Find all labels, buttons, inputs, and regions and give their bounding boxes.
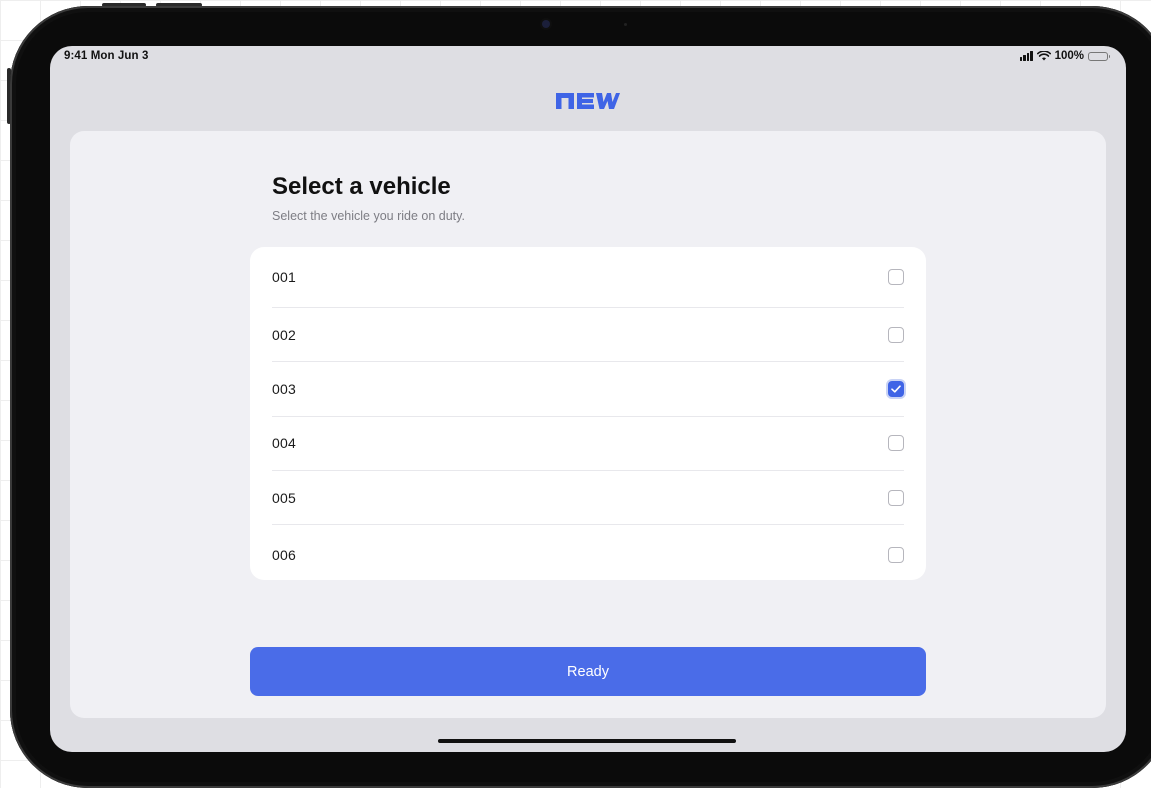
vehicle-row-001[interactable]: 001 [272,247,904,308]
vehicle-label: 002 [272,326,296,343]
wifi-icon [1036,51,1051,61]
vehicle-row-002[interactable]: 002 [272,308,904,363]
battery-icon [1088,51,1110,61]
status-time: 9:41 Mon Jun 3 [64,50,149,62]
page-subtitle: Select the vehicle you ride on duty. [272,209,465,223]
vehicle-row-005[interactable]: 005 [272,471,904,526]
status-bar: 9:41 Mon Jun 3 100% [50,46,1126,68]
vehicle-selection-card: Select a vehicle Select the vehicle you … [70,131,1106,718]
vehicle-row-006[interactable]: 006 [272,525,904,584]
front-camera [542,20,550,28]
ready-button[interactable]: Ready [250,647,926,696]
vehicle-checkbox[interactable] [888,489,904,506]
vehicle-row-004[interactable]: 004 [272,417,904,471]
vehicle-row-003[interactable]: 003 [272,362,904,417]
home-indicator [438,739,736,743]
new-wordmark-logo [556,93,620,109]
vehicle-list: 001 002 003 004 005 006 [250,247,926,580]
vehicle-label: 006 [272,546,296,563]
vehicle-label: 004 [272,435,296,452]
light-sensor [624,23,627,26]
status-indicators: 100% [1019,50,1110,62]
vehicle-label: 003 [272,380,296,397]
cellular-signal-icon [1019,51,1033,61]
vehicle-checkbox[interactable] [888,380,904,397]
vehicle-checkbox[interactable] [888,326,904,343]
checkmark-icon [891,385,901,393]
vehicle-checkbox[interactable] [888,546,904,563]
vehicle-checkbox[interactable] [888,435,904,452]
page-title: Select a vehicle [272,173,451,200]
battery-percentage: 100% [1054,50,1084,62]
screen: 9:41 Mon Jun 3 100% Select a vehicle Sel… [50,46,1126,752]
vehicle-checkbox[interactable] [888,269,904,285]
vehicle-label: 005 [272,489,296,506]
vehicle-label: 001 [272,269,296,285]
